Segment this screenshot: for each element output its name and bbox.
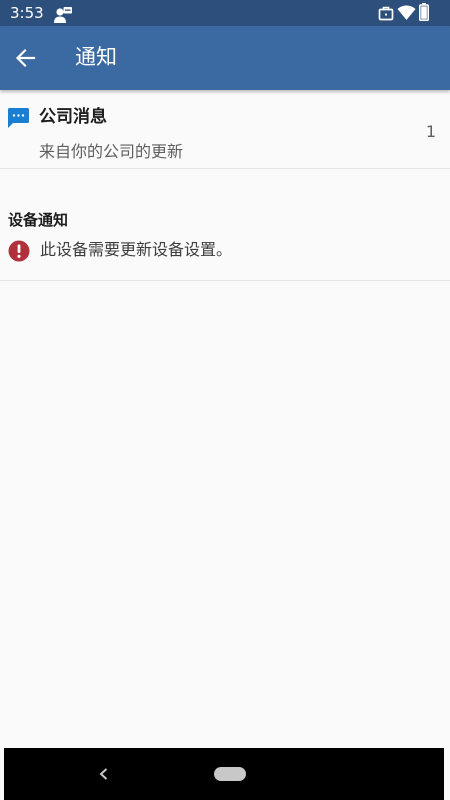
device-notification-text: 此设备需要更新设备设置。: [40, 240, 233, 259]
arrow-left-icon: [15, 48, 36, 68]
home-pill-icon[interactable]: [214, 767, 246, 781]
wifi-icon: [397, 5, 416, 20]
alert-icon: [8, 240, 30, 262]
notifications-list: 公司消息 来自你的公司的更新 1 设备通知 此设备需要更新设备设置。: [0, 90, 450, 281]
message-count-badge: 1: [425, 122, 436, 141]
device-notifications-heading: 设备通知: [8, 211, 69, 229]
battery-icon: [419, 3, 429, 21]
device-notification-item[interactable]: 此设备需要更新设备设置。: [0, 232, 450, 281]
page-title: 通知: [75, 45, 117, 69]
back-button[interactable]: [12, 44, 40, 72]
briefcase-icon: [378, 6, 394, 21]
company-messages-title: 公司消息: [39, 107, 107, 127]
navigation-bar: [4, 748, 444, 800]
work-profile-icon: [54, 7, 72, 23]
chat-bubble-icon: [8, 108, 29, 128]
status-time: 3:53: [10, 4, 44, 22]
company-messages-subtitle: 来自你的公司的更新: [39, 142, 184, 161]
status-bar: 3:53: [0, 0, 450, 26]
app-bar: 通知: [0, 26, 450, 90]
chevron-left-icon[interactable]: [96, 766, 112, 782]
company-messages-item[interactable]: 公司消息 来自你的公司的更新 1: [0, 90, 450, 169]
